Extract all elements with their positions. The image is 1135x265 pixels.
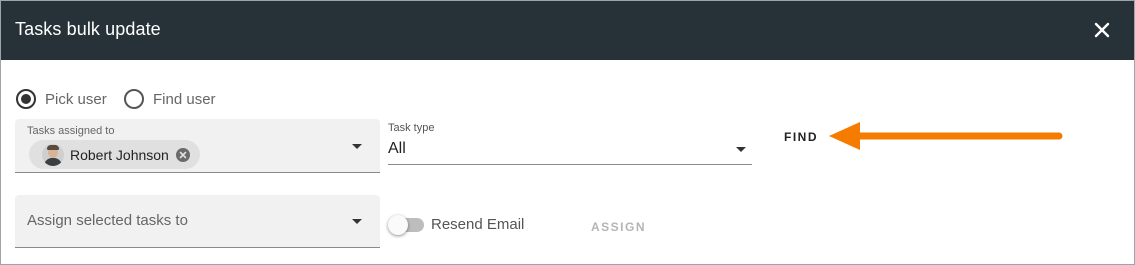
toggle-thumb — [388, 215, 408, 235]
radio-unchecked-icon — [124, 89, 144, 109]
tasks-assigned-to-field[interactable]: Tasks assigned to Robert Johnson — [15, 119, 380, 173]
annotation-arrow-icon — [829, 122, 1063, 150]
radio-find-user-label: Find user — [153, 90, 216, 108]
chip-remove-button[interactable] — [175, 147, 190, 162]
user-chip-label: Robert Johnson — [70, 146, 169, 163]
close-button[interactable] — [1088, 16, 1116, 44]
avatar — [42, 143, 64, 166]
remove-icon — [179, 151, 187, 158]
radio-find-user[interactable]: Find user — [124, 88, 216, 110]
task-type-value: All — [388, 140, 406, 157]
radio-pick-user-label: Pick user — [45, 90, 107, 108]
radio-pick-user[interactable]: Pick user — [16, 88, 107, 110]
resend-email-toggle[interactable] — [388, 215, 424, 235]
close-icon — [1094, 22, 1110, 38]
chevron-down-icon[interactable] — [352, 219, 362, 224]
assign-selected-tasks-field[interactable]: Assign selected tasks to — [15, 195, 380, 248]
chevron-down-icon[interactable] — [352, 144, 362, 149]
task-type-label: Task type — [388, 122, 435, 134]
user-chip: Robert Johnson — [29, 140, 200, 169]
task-type-select[interactable]: Task type All — [388, 122, 752, 165]
resend-email-label: Resend Email — [431, 216, 525, 233]
dialog-header: Tasks bulk update — [1, 1, 1134, 60]
tasks-assigned-to-label: Tasks assigned to — [27, 125, 115, 137]
assign-button[interactable]: ASSIGN — [591, 220, 646, 234]
find-button[interactable]: FIND — [784, 130, 818, 144]
dialog-title: Tasks bulk update — [15, 19, 161, 39]
chevron-down-icon[interactable] — [736, 147, 746, 152]
tasks-bulk-update-dialog: Tasks bulk update Pick user Find user Ta… — [0, 0, 1135, 265]
radio-checked-icon — [16, 89, 36, 109]
assign-selected-tasks-placeholder: Assign selected tasks to — [27, 212, 188, 229]
